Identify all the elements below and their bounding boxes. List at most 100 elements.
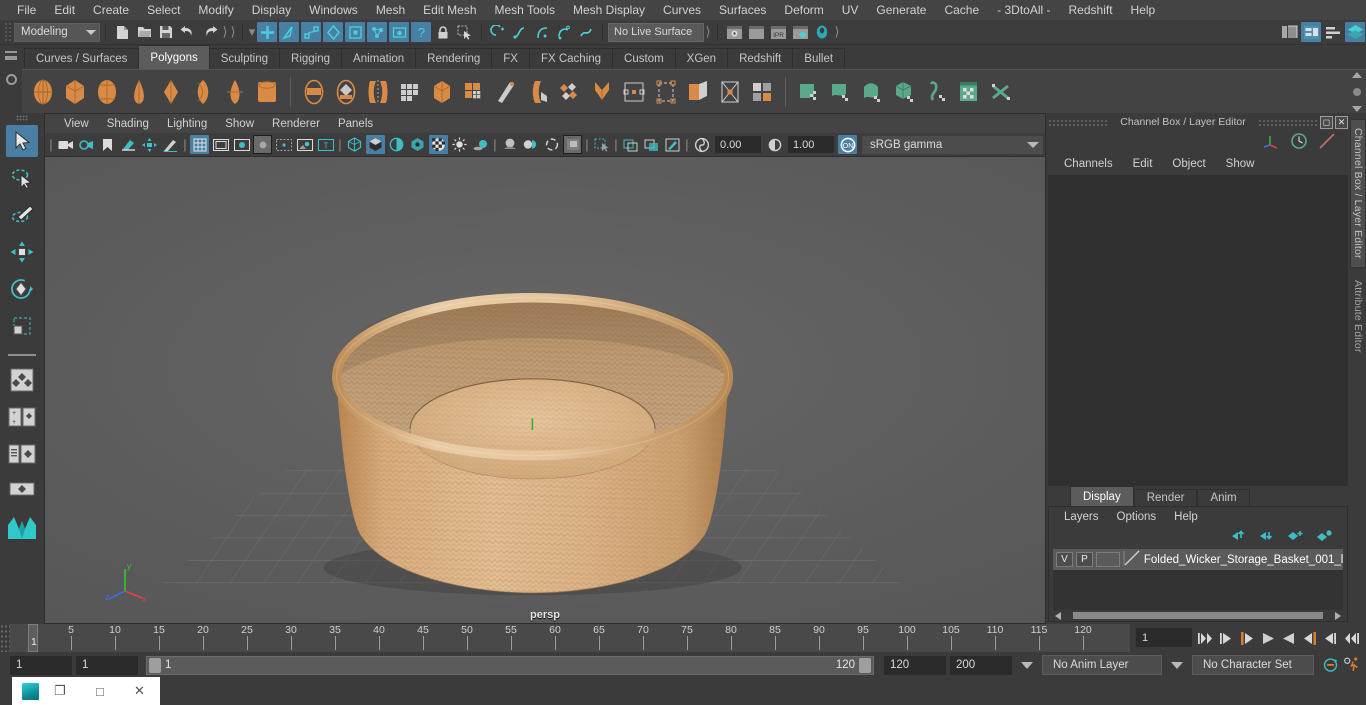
layer-row[interactable]: V P Folded_Wicker_Storage_Basket_001_l: [1053, 549, 1343, 570]
step-back-frame-icon[interactable]: [1238, 628, 1255, 648]
poly-cube-icon[interactable]: [60, 76, 90, 108]
minimize-window-icon[interactable]: □: [81, 684, 119, 699]
anim-layer-selector[interactable]: No Anim Layer: [1042, 655, 1162, 675]
use-default-light-icon[interactable]: [450, 135, 469, 154]
uv-layout-icon[interactable]: [954, 76, 984, 108]
move-layer-up-icon[interactable]: [1231, 529, 1247, 545]
shelf-tab-animation[interactable]: Animation: [342, 48, 417, 69]
uv-automatic-icon[interactable]: [890, 76, 920, 108]
layer-list-hscrollbar[interactable]: [1053, 610, 1343, 621]
uv-planar-icon[interactable]: [826, 76, 856, 108]
viewport-menu-shading[interactable]: Shading: [98, 118, 158, 130]
uv-editor-icon[interactable]: [794, 76, 824, 108]
history-arc-icon[interactable]: [532, 22, 552, 42]
shelf-scroll-controls[interactable]: [1350, 72, 1364, 112]
menu-generate[interactable]: Generate: [867, 0, 935, 20]
image-plane-icon[interactable]: [119, 135, 138, 154]
current-frame-field[interactable]: 1: [1136, 628, 1192, 647]
grease-pencil-icon[interactable]: [161, 135, 180, 154]
menu-mesh[interactable]: Mesh: [367, 0, 414, 20]
safe-action-icon[interactable]: [295, 135, 314, 154]
go-to-end-icon[interactable]: [1343, 628, 1360, 648]
redo-icon[interactable]: [200, 22, 220, 42]
layer-visibility-toggle[interactable]: V: [1056, 552, 1073, 567]
play-forwards-icon[interactable]: [1280, 628, 1297, 648]
menu-redshift[interactable]: Redshift: [1060, 0, 1122, 20]
viewport-menu-show[interactable]: Show: [216, 118, 263, 130]
viewport-menu-view[interactable]: View: [55, 118, 98, 130]
shelf-tab-custom[interactable]: Custom: [613, 48, 676, 69]
auto-keyframe-icon[interactable]: [1322, 655, 1339, 675]
paint-select-tool-icon[interactable]: [6, 199, 38, 231]
select-by-component-icon[interactable]: [301, 22, 321, 42]
layer-tab-display[interactable]: Display: [1070, 486, 1134, 506]
gamma-field[interactable]: 1.00: [788, 136, 834, 153]
anim-layer-chevron-icon[interactable]: [1021, 661, 1033, 669]
save-scene-icon[interactable]: [156, 22, 176, 42]
rotate-tool-icon[interactable]: [6, 273, 38, 305]
channel-box-menu-object[interactable]: Object: [1162, 158, 1215, 170]
tool-box-grip[interactable]: [16, 115, 28, 121]
restore-window-icon[interactable]: ❐: [39, 683, 81, 699]
panel-grip-right[interactable]: [1258, 118, 1318, 126]
smooth-shade-icon[interactable]: [366, 135, 385, 154]
vtab-channel-box-layer-editor[interactable]: Channel Box / Layer Editor: [1350, 119, 1366, 268]
shelf-tab-sculpting[interactable]: Sculpting: [209, 48, 281, 69]
undo-icon[interactable]: [178, 22, 198, 42]
layer-name[interactable]: Folded_Wicker_Storage_Basket_001_l: [1144, 554, 1343, 566]
poly-plane-icon[interactable]: [188, 76, 218, 108]
view-transform-toggle-icon[interactable]: ON: [838, 135, 857, 154]
menu-uv[interactable]: UV: [833, 0, 868, 20]
layer-color-swatch-icon[interactable]: [1123, 550, 1141, 569]
step-forward-keyframe-icon[interactable]: [1322, 628, 1339, 648]
menu-windows[interactable]: Windows: [300, 0, 367, 20]
snap-curve-icon[interactable]: [345, 22, 365, 42]
menu-curves[interactable]: Curves: [654, 0, 710, 20]
isolate-select-add-icon[interactable]: [642, 135, 661, 154]
layer-menu-layers[interactable]: Layers: [1055, 511, 1108, 523]
shelf-tab-redshift[interactable]: Redshift: [728, 48, 794, 69]
ipr-render-icon[interactable]: IPR: [768, 22, 788, 42]
range-bar[interactable]: 1 120: [146, 655, 874, 675]
film-origin-icon[interactable]: [274, 135, 293, 154]
poly-separate-icon[interactable]: [427, 76, 457, 108]
shelf-scroll-thumb[interactable]: [1353, 88, 1361, 96]
layer-menu-options[interactable]: Options: [1108, 511, 1166, 523]
history-curve-icon[interactable]: [510, 22, 530, 42]
title-safe-icon[interactable]: T: [316, 135, 335, 154]
restore-icon[interactable]: ◻: [1320, 115, 1333, 129]
poly-mirror-icon[interactable]: [363, 76, 393, 108]
animation-preferences-icon[interactable]: [1343, 655, 1360, 675]
lasso-select-tool-icon[interactable]: [6, 162, 38, 194]
animation-end-time-field[interactable]: 200: [950, 655, 1012, 675]
resolution-gate-icon[interactable]: [232, 135, 251, 154]
gamma-icon[interactable]: [765, 135, 784, 154]
shelf-tab-fx[interactable]: FX: [492, 48, 530, 69]
menu-file[interactable]: File: [8, 0, 45, 20]
menu-deform[interactable]: Deform: [775, 0, 832, 20]
tool-settings-toggle-icon[interactable]: [1323, 22, 1343, 42]
layer-shading-toggle[interactable]: [1095, 552, 1120, 567]
new-scene-icon[interactable]: [112, 22, 132, 42]
move-tool-icon[interactable]: [6, 236, 38, 268]
menu-edit-mesh[interactable]: Edit Mesh: [414, 0, 485, 20]
poly-wedge-icon[interactable]: [683, 76, 713, 108]
poly-merge-icon[interactable]: [587, 76, 617, 108]
snap-view-plane-icon[interactable]: [389, 22, 409, 42]
history-spiral-icon[interactable]: [554, 22, 574, 42]
hypershade-icon[interactable]: [812, 22, 832, 42]
select-tool-icon[interactable]: [455, 22, 475, 42]
animation-start-time-field[interactable]: 1: [10, 655, 72, 675]
menu-select[interactable]: Select: [138, 0, 189, 20]
step-forward-frame-icon[interactable]: [1301, 628, 1318, 648]
persp-outliner-layout-icon[interactable]: + +: [6, 401, 38, 433]
channel-box-toggle-icon[interactable]: [1345, 22, 1365, 42]
shelf-tab-polygons[interactable]: Polygons: [139, 45, 210, 69]
poly-bevel-icon[interactable]: [523, 76, 553, 108]
shelf-tab-bullet[interactable]: Bullet: [793, 48, 846, 69]
poly-multi-cut-icon[interactable]: [747, 76, 777, 108]
time-slider-grip[interactable]: [0, 624, 10, 652]
layer-playback-toggle[interactable]: P: [1075, 552, 1093, 567]
menu-mesh-display[interactable]: Mesh Display: [564, 0, 654, 20]
motion-blur-icon[interactable]: [521, 135, 540, 154]
